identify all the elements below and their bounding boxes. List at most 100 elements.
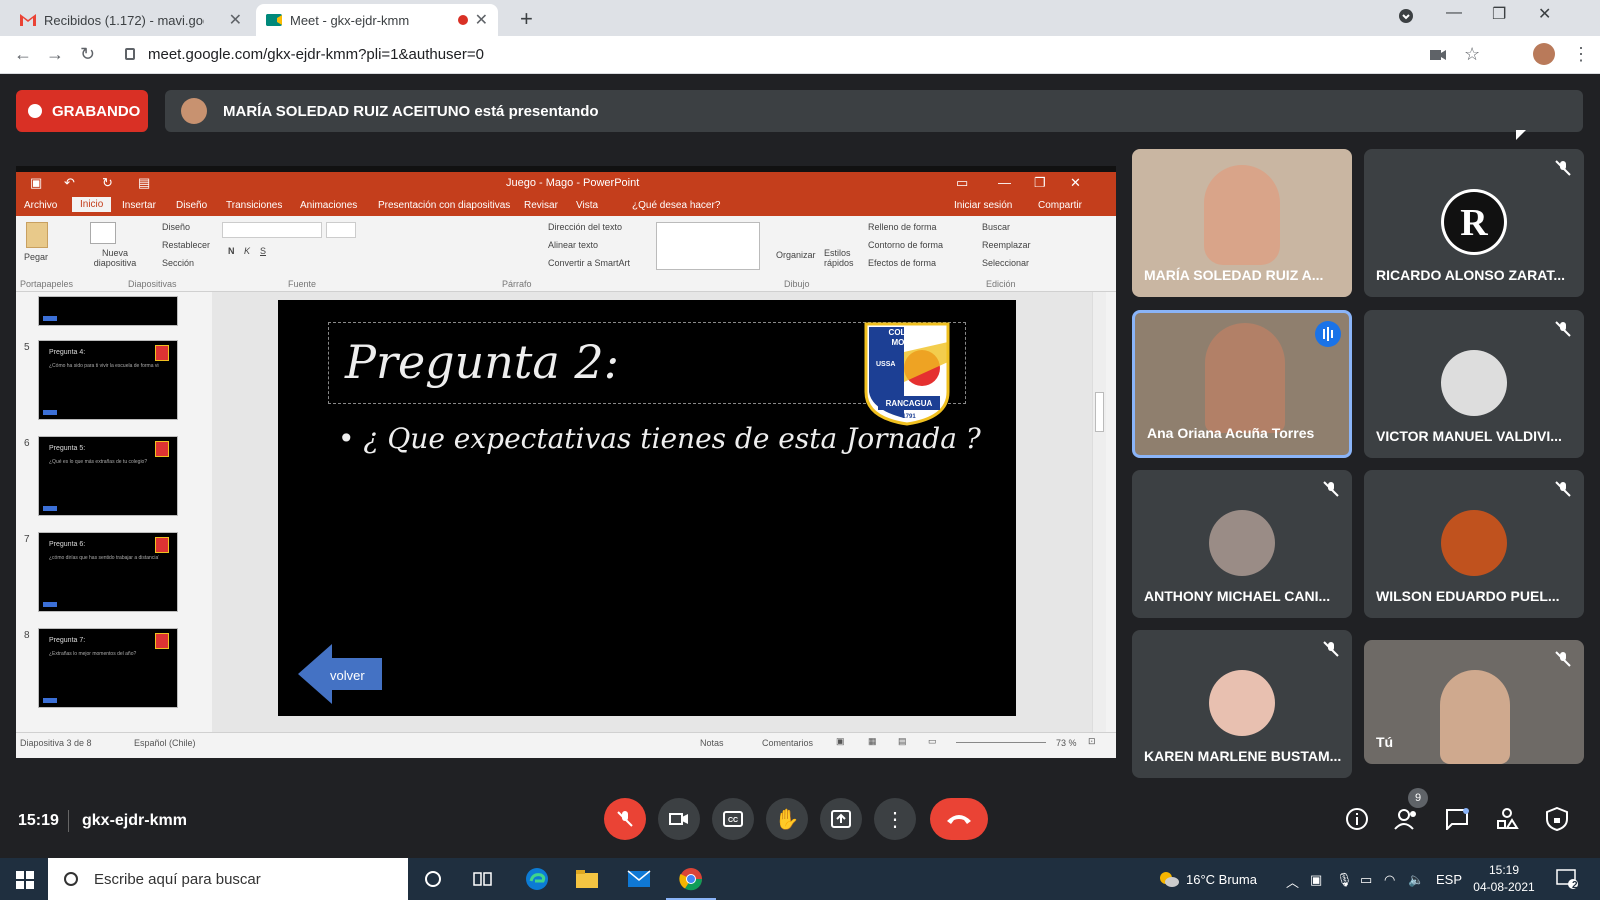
participant-tile[interactable]: Tú [1364,640,1584,764]
participant-tile[interactable]: Ana Oriana Acuña Torres [1132,310,1352,458]
participant-tile[interactable]: KAREN MARLENE BUSTAM... [1132,630,1352,778]
present-button[interactable] [820,798,862,840]
shared-screen: ▣ ↶ ↻ ▤ Juego - Mago - PowerPoint ▭ — ❐ … [16,166,1116,758]
menu-presentacion: Presentación con diapositivas [378,200,511,211]
input-language[interactable]: ESP [1436,872,1462,887]
font-name-field [222,222,322,238]
people-button[interactable] [1394,806,1420,832]
back-icon[interactable]: ← [14,44,32,65]
meeting-details-button[interactable] [1344,806,1370,832]
tab-meet[interactable]: Meet - gkx-ejdr-kmm ✕ [256,4,498,36]
arrow-icon [43,316,57,321]
mic-off-icon [1323,641,1339,657]
menu-diseno: Diseño [176,200,208,211]
tab-label: Recibidos (1.172) - mavi.godoy@ [44,12,204,28]
close-icon[interactable]: ✕ [229,10,242,30]
notifications-icon[interactable]: 2 [1552,864,1582,894]
browser-tab-bar: Recibidos (1.172) - mavi.godoy@ ✕ Meet -… [0,0,1600,36]
cortana-icon[interactable] [418,864,448,894]
camera-toggle-button[interactable] [658,798,700,840]
leave-call-button[interactable] [930,798,988,840]
slide-info: Diapositiva 3 de 8 [20,738,92,748]
reset-label: Restablecer [162,240,211,250]
weather-icon[interactable] [1154,864,1184,894]
maximize-icon[interactable]: ❐ [1492,4,1506,24]
raise-hand-button[interactable]: ✋ [766,798,808,840]
slide-thumbnail: Pregunta 4: ¿Cómo ha sido para ti vivir … [38,340,178,420]
mail-app-icon[interactable] [624,864,654,894]
comments-label: Comentarios [762,738,814,748]
menu-sign-in: Iniciar sesión [954,200,1013,211]
thumbnails-scrollbar [212,292,222,732]
host-controls-button[interactable] [1544,806,1570,832]
meet-tray-icon[interactable]: ▣ [1310,872,1322,888]
menu-transiciones: Transiciones [226,200,283,211]
mic-off-icon [1555,481,1571,497]
new-slide-label: Nueva diapositiva [93,248,137,268]
group-clipboard: Portapapeles [20,279,74,289]
slide-thumbnails: 5 Pregunta 4: ¿Cómo ha sido para ti vivi… [16,292,212,732]
url-input[interactable]: meet.google.com/gkx-ejdr-kmm?pli=1&authu… [148,46,484,63]
tab-search-icon[interactable] [1398,8,1414,29]
taskbar-search-input[interactable]: Escribe aquí para buscar [48,858,408,900]
language: Español (Chile) [134,738,196,748]
tab-gmail[interactable]: Recibidos (1.172) - mavi.godoy@ ✕ [10,4,252,36]
smartart-label: Convertir a SmartArt [548,258,631,268]
mic-tray-icon[interactable]: 🎙 [1336,872,1353,888]
windows-start-icon[interactable] [16,871,34,889]
forward-icon[interactable]: → [46,44,64,65]
bookmark-star-icon[interactable]: ☆ [1464,44,1480,65]
activities-button[interactable] [1494,806,1520,832]
battery-icon[interactable]: ▭ [1360,872,1372,888]
file-explorer-icon[interactable] [572,864,602,894]
recording-label: GRABANDO [52,102,141,120]
participant-tile[interactable]: WILSON EDUARDO PUEL... [1364,470,1584,618]
close-window-icon[interactable]: ✕ [1538,4,1551,24]
participant-name: WILSON EDUARDO PUEL... [1376,588,1560,604]
participant-tile[interactable]: VICTOR MANUEL VALDIVI... [1364,310,1584,458]
microphone-toggle-button[interactable] [604,798,646,840]
minimize-icon[interactable]: — [1446,4,1462,22]
speaking-indicator-icon [1315,321,1341,347]
thumb-text: ¿Cómo ha sido para ti vivir la escuela d… [49,363,159,369]
profile-avatar[interactable] [1533,43,1555,65]
more-options-button[interactable]: ⋮ [874,798,916,840]
wifi-icon[interactable]: ◠ [1384,872,1395,888]
presenting-text: MARÍA SOLEDAD RUIZ ACEITUNO está present… [223,102,599,120]
camera-icon[interactable] [1430,45,1446,66]
ppt-status-bar: Diapositiva 3 de 8 Español (Chile) Notas… [16,732,1116,752]
chat-button[interactable] [1444,806,1470,832]
crest-text: COLEGIO [889,328,926,337]
sorter-view-icon: ▦ [868,736,877,746]
participant-tile[interactable]: R RICARDO ALONSO ZARAT... [1364,149,1584,297]
close-icon[interactable]: ✕ [475,10,488,30]
slide-number: 5 [24,342,30,353]
taskbar-clock[interactable]: 15:19 04-08-2021 [1468,862,1540,896]
avatar [1209,510,1275,576]
volume-icon[interactable]: 🔈 [1408,872,1424,888]
show-hidden-icons[interactable]: ︿ [1286,872,1299,891]
menu-icon[interactable]: ⋮ [1572,44,1590,65]
captions-button[interactable]: CC [712,798,754,840]
task-view-icon[interactable] [468,864,498,894]
mic-off-icon [1555,160,1571,176]
layout-label: Diseño [162,222,191,232]
back-button-label: volver [330,668,365,683]
arrow-icon [43,506,57,511]
new-tab-button[interactable]: + [520,6,533,32]
text-direction-label: Dirección del texto [548,222,623,232]
chrome-icon[interactable] [666,864,716,900]
thumb-text: ¿cómo dirías que has sentido trabajar a … [49,555,159,561]
mic-off-icon [617,811,633,827]
crest-text: 1791 [902,414,916,420]
section-label: Sección [162,258,195,268]
avatar [1441,350,1507,416]
participant-tile[interactable]: ANTHONY MICHAEL CANI... [1132,470,1352,618]
menu-share: Compartir [1038,200,1082,211]
reload-icon[interactable]: ↻ [80,44,95,65]
edge-browser-icon[interactable] [522,864,552,894]
participant-tile[interactable]: MARÍA SOLEDAD RUIZ A... [1132,149,1352,297]
notification-count: 2 [1572,880,1578,891]
thumb-title: Pregunta 5: [49,445,86,452]
participant-name: ANTHONY MICHAEL CANI... [1144,588,1331,604]
